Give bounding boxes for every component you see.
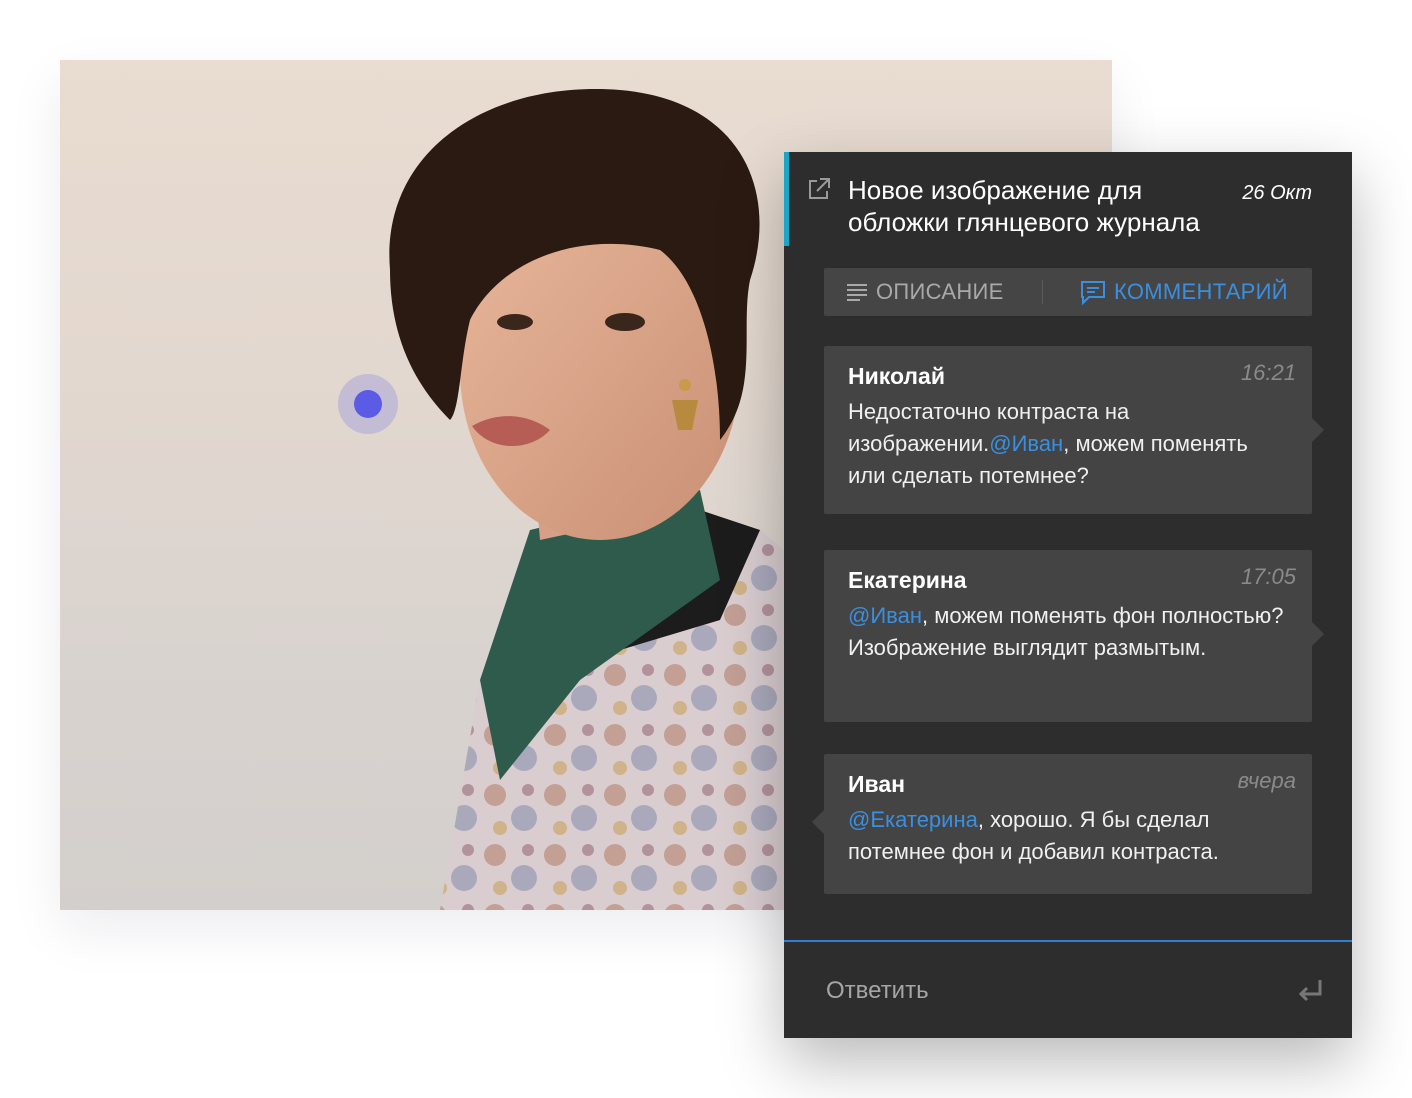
comment-card[interactable]: Екатерина 17:05 @Иван, можем поменять фо…: [824, 550, 1324, 722]
reply-bar: [784, 940, 1352, 1038]
enter-icon[interactable]: [1296, 976, 1326, 1006]
lines-icon: [847, 284, 867, 301]
reply-input[interactable]: [824, 966, 1248, 1016]
card-pointer: [812, 810, 824, 834]
card-pointer: [1312, 622, 1324, 646]
comments-panel: Новое изображение для обложки глянцевого…: [784, 152, 1352, 1038]
comment-icon: [1081, 281, 1105, 305]
comment-text: Недостаточно контраста на изображении.@И…: [848, 396, 1288, 492]
comment-text: @Екатерина, хорошо. Я бы сделал потемнее…: [848, 804, 1288, 868]
comment-text: @Иван, можем поменять фон полностью? Изо…: [848, 600, 1288, 664]
comment-card[interactable]: Николай 16:21 Недостаточно контраста на …: [824, 346, 1324, 514]
panel-header: Новое изображение для обложки глянцевого…: [784, 152, 1352, 246]
comment-time: вчера: [1237, 768, 1296, 793]
comment-author: Николай: [848, 363, 945, 389]
annotation-pin[interactable]: [338, 374, 398, 434]
tab-description-label: ОПИСАНИЕ: [876, 279, 1004, 304]
card-pointer: [1312, 418, 1324, 442]
page-title: Новое изображение для обложки глянцевого…: [848, 175, 1200, 237]
comment-card[interactable]: Иван вчера @Екатерина, хорошо. Я бы сдел…: [812, 754, 1312, 894]
tab-comments[interactable]: КОММЕНТАРИЙ: [1080, 268, 1288, 316]
comment-author: Екатерина: [848, 567, 967, 593]
mention-link[interactable]: @Екатерина: [848, 807, 978, 832]
mention-link[interactable]: @Иван: [848, 603, 922, 628]
comment-author: Иван: [848, 771, 906, 797]
comment-time: 17:05: [1240, 564, 1296, 589]
tab-comments-label: КОММЕНТАРИЙ: [1114, 279, 1288, 304]
mention-link[interactable]: @Иван: [989, 431, 1063, 456]
tab-description[interactable]: ОПИСАНИЕ: [846, 268, 1004, 316]
header-date: 26 Окт: [1242, 182, 1312, 204]
tab-bar: ОПИСАНИЕ КОММЕНТАРИЙ: [824, 268, 1312, 316]
annotation-pin-dot: [354, 390, 382, 418]
comment-time: 16:21: [1240, 360, 1296, 385]
header-accent-bar: [784, 152, 789, 246]
external-link-icon[interactable]: [806, 176, 832, 202]
tab-divider: [1042, 280, 1043, 304]
